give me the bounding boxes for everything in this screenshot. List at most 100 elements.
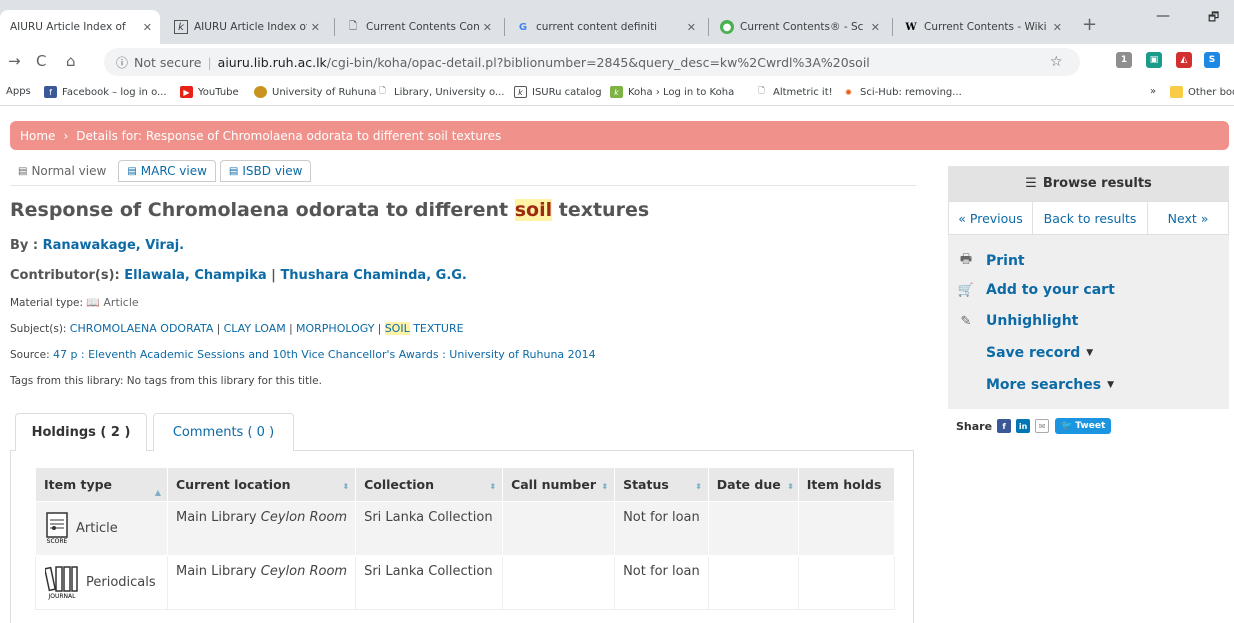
close-icon[interactable]: ✕ [311,21,320,34]
tweet-button[interactable]: 🐦 Tweet [1055,418,1112,434]
tab-separator [334,18,335,36]
call-number-cell [502,501,616,556]
bookmark-facebook[interactable]: f Facebook – log in o... [44,86,167,98]
column-header-date-due[interactable]: Date due ⬍ [707,467,799,502]
subject-link[interactable]: CHROMOLAENA ODORATA [70,322,214,335]
next-link[interactable]: Next » [1148,202,1228,234]
view-switcher: ▤ Normal view ▤ MARC view ▤ ISBD view [10,160,315,182]
bookmark-isuru[interactable]: k ISURu catalog [514,86,602,98]
contributor-link[interactable]: Ellawala, Champika [124,268,266,283]
breadcrumb-separator: › [63,128,69,143]
collection-cell: Sri Lanka Collection [355,555,504,610]
extension-icon[interactable]: ▣ [1146,52,1162,68]
close-icon[interactable]: ✕ [143,21,152,34]
browse-results-header[interactable]: ☰ Browse results [948,166,1229,201]
tab-comments[interactable]: Comments ( 0 ) [153,413,294,451]
extension-badge: 1 [1120,55,1128,65]
author-link[interactable]: Ranawakage, Viraj. [43,238,184,253]
status-cell: Not for loan [614,555,709,610]
book-icon: 📖 [86,296,101,309]
add-to-cart-button[interactable]: 🛒 Add to your cart [956,282,1115,298]
page-tab-icon: 🗋 [348,20,358,32]
column-header-item-type[interactable]: Item type ▲ [35,467,168,502]
breadcrumb-home[interactable]: Home [20,129,55,143]
previous-link[interactable]: « Previous [949,202,1033,234]
email-share-icon[interactable]: ✉ [1035,419,1050,433]
source-link[interactable]: 47 p : Eleventh Academic Sessions and 10… [53,348,596,361]
close-icon[interactable]: ✕ [1053,21,1062,34]
bookmark-library[interactable]: 🗋 Library, University o... [376,86,504,98]
home-icon[interactable]: ⌂ [66,52,76,70]
subject-link[interactable]: SOIL TEXTURE [384,322,464,335]
linkedin-share-icon[interactable]: in [1016,419,1031,433]
column-header-collection[interactable]: Collection ⬍ [355,467,504,502]
caret-down-icon: ▼ [1086,348,1094,358]
extension-icon[interactable]: 1 [1116,52,1132,68]
koha-tab-icon: k [174,20,188,34]
reload-icon[interactable]: C [36,52,46,70]
unhighlight-button[interactable]: ✎ Unhighlight [956,313,1079,329]
share-bar: Share f in ✉ 🐦 Tweet [956,418,1112,434]
subject-link[interactable]: CLAY LOAM [224,322,286,335]
koha-icon: k [610,86,623,98]
address-bar[interactable]: ⓘ Not secure | aiuru.lib.ruh.ac.lk /cgi-… [104,48,1080,76]
security-label: Not secure [134,54,202,70]
info-icon[interactable]: ⓘ [116,54,128,71]
back-to-results-link[interactable]: Back to results [1033,202,1148,234]
bookmark-star-icon[interactable]: ☆ [1050,54,1063,70]
column-header-location[interactable]: Current location ⬍ [166,467,357,502]
source-line: Source: 47 p : Eleventh Academic Session… [10,348,596,361]
subject-link[interactable]: MORPHOLOGY [296,322,374,335]
browser-tab[interactable]: W Current Contents - Wiki ✕ [894,10,1070,44]
minimize-icon[interactable]: — [1156,8,1170,24]
tab-marc-view[interactable]: ▤ MARC view [118,160,216,182]
back-arrow-icon[interactable]: → [8,52,21,70]
print-button[interactable]: 🖶 Print [956,250,1025,272]
more-searches-dropdown[interactable]: More searches ▼ [986,377,1114,393]
browser-tab[interactable]: ● Current Contents® - Sc ✕ [710,10,888,44]
twitter-icon: 🐦 [1061,421,1073,431]
bookmark-koha-login[interactable]: k Koha › Log in to Koha [610,86,734,98]
page-icon: 🗋 [758,86,765,95]
bookmark-scihub[interactable]: ✺ Sci-Hub: removing... [842,86,962,98]
extension-icon[interactable]: ◭ [1176,52,1192,68]
scihub-icon: ✺ [845,87,852,97]
bookmarks-overflow[interactable]: » [1150,86,1156,97]
maximize-icon[interactable]: 🗗 [1208,8,1219,29]
browser-tab[interactable]: G current content definiti ✕ [506,10,704,44]
bookmark-altmetric[interactable]: 🗋 Altmetric it! [755,86,832,98]
new-tab-icon[interactable]: + [1082,14,1097,35]
document-icon: ▤ [228,165,239,177]
facebook-share-icon[interactable]: f [997,419,1012,433]
date-due-cell [707,501,799,556]
save-record-dropdown[interactable]: Save record ▼ [986,345,1093,361]
bookmark-apps[interactable]: Apps [6,86,31,97]
close-icon[interactable]: ✕ [687,21,696,34]
contributor-link[interactable]: Thushara Chaminda, G.G. [280,268,466,283]
browser-tab[interactable]: 🗋 Current Contents Conn ✕ [336,10,500,44]
browser-tab-strip: AIURU Article Index of ✕ k AIURU Article… [0,0,1234,44]
url-host: aiuru.lib.ruh.ac.lk [217,54,327,70]
bookmark-university[interactable]: University of Ruhuna [254,86,376,98]
university-icon [254,86,267,98]
close-icon[interactable]: ✕ [871,21,880,34]
facebook-icon: f [44,86,57,98]
column-header-call-number[interactable]: Call number ⬍ [502,467,616,502]
browser-tab[interactable]: AIURU Article Index of ✕ [0,10,160,44]
tab-holdings[interactable]: Holdings ( 2 ) [15,413,147,451]
extension-icon[interactable]: S [1204,52,1220,68]
tab-separator [504,18,505,36]
breadcrumb-current[interactable]: Details for: Response of Chromolaena odo… [76,129,501,143]
browser-tab[interactable]: k AIURU Article Index of ✕ [164,10,328,44]
address-separator: | [207,54,212,70]
close-icon[interactable]: ✕ [483,21,492,34]
location-cell: Main Library Ceylon Room [166,501,357,556]
bookmark-other[interactable]: Other boo [1170,86,1234,98]
tab-normal-view[interactable]: ▤ Normal view [10,161,114,181]
bookmark-youtube[interactable]: ▶ YouTube [180,86,239,98]
column-header-item-holds[interactable]: Item holds [797,467,895,502]
search-highlight: soil [514,199,553,221]
column-header-status[interactable]: Status ⬍ [614,467,709,502]
google-tab-icon: G [518,21,528,33]
tab-isbd-view[interactable]: ▤ ISBD view [219,160,312,182]
